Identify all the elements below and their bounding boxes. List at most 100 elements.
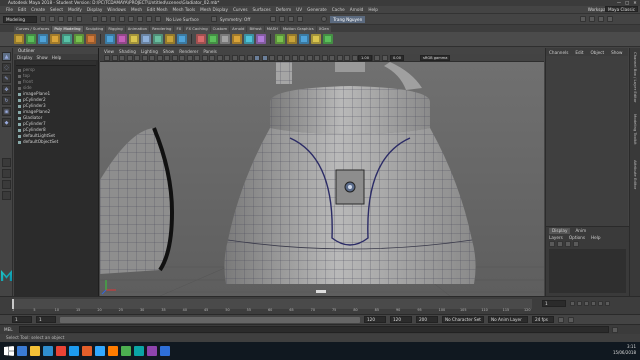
outliner-menu-show[interactable]: Show — [36, 55, 47, 60]
tab-display-layers[interactable]: Display — [549, 227, 571, 234]
viewport-toolbar-icon[interactable] — [276, 54, 283, 61]
auto-key-icon[interactable] — [558, 316, 564, 323]
paint-select-tool-icon[interactable]: ✎ — [2, 74, 11, 83]
four-pane-icon[interactable] — [2, 169, 11, 178]
menu-curves[interactable]: Curves — [233, 7, 248, 12]
menu-create[interactable]: Create — [31, 7, 45, 12]
viewport-toolbar-icon[interactable] — [104, 54, 110, 61]
shelf-tab-fx-caching[interactable]: FX Caching — [184, 25, 210, 32]
toggle-attribute-editor-icon[interactable] — [589, 16, 596, 22]
taskbar-app-icon[interactable] — [121, 346, 131, 356]
shelf-tab-rendering[interactable]: Rendering — [150, 25, 174, 32]
shelf-tool-icon[interactable] — [86, 34, 96, 44]
system-clock[interactable]: 3:11 15/06/2018 — [613, 344, 636, 356]
animation-end-outer-field[interactable]: 200 — [416, 316, 438, 323]
viewport-toolbar-icon[interactable] — [254, 54, 260, 61]
range-bar[interactable] — [60, 316, 360, 323]
menu-edit-mesh[interactable]: Edit Mesh — [147, 7, 167, 12]
new-layer-selected-icon[interactable] — [557, 241, 563, 247]
shelf-tab-xgen[interactable]: XGen — [316, 25, 332, 32]
shelf-tab-sculpting[interactable]: Sculpting — [83, 25, 106, 32]
shelf-tab-mash[interactable]: MASH — [264, 25, 280, 32]
shelf-tab-rigging[interactable]: Rigging — [106, 25, 125, 32]
taskbar-app-icon[interactable] — [30, 346, 40, 356]
layer-list[interactable] — [549, 249, 626, 293]
menu-deform[interactable]: Deform — [276, 7, 292, 12]
viewport-toolbar-icon[interactable] — [336, 54, 343, 61]
last-tool-icon[interactable]: ◆ — [2, 118, 11, 127]
shelf-tool-icon[interactable] — [287, 34, 297, 44]
menu-help[interactable]: Help — [368, 7, 378, 12]
viewport-toolbar-icon[interactable] — [171, 54, 178, 61]
taskbar-app-icon[interactable] — [147, 346, 157, 356]
viewport-toolbar-icon[interactable] — [231, 54, 238, 61]
layers-menu[interactable]: Layers — [549, 235, 563, 240]
windows-start-icon[interactable] — [4, 346, 14, 356]
shelf-tool-icon[interactable] — [165, 34, 175, 44]
select-object-icon[interactable] — [101, 16, 107, 22]
shelf-tab-arnold[interactable]: Arnold — [230, 25, 247, 32]
shelf-tool-icon[interactable] — [196, 34, 206, 44]
viewport-menu-view[interactable]: View — [104, 49, 114, 54]
snap-point-icon[interactable] — [137, 16, 143, 22]
move-up-icon[interactable] — [565, 241, 571, 247]
animation-start-field[interactable]: 1 — [12, 316, 32, 323]
animation-end-field[interactable]: 120 — [390, 316, 412, 323]
side-tab-modeling-toolkit[interactable]: Modeling Toolkit — [633, 114, 638, 145]
shelf-tool-icon[interactable] — [14, 34, 24, 44]
shelf-tab-motion-graphics[interactable]: Motion Graphics — [280, 25, 316, 32]
open-scene-icon[interactable] — [49, 16, 55, 22]
script-editor-icon[interactable] — [612, 326, 618, 333]
snap-curve-icon[interactable] — [128, 16, 134, 22]
render-current-frame-icon[interactable] — [270, 16, 277, 22]
fps-select[interactable]: 24 fps — [532, 316, 554, 323]
save-scene-icon[interactable] — [58, 16, 64, 22]
color-space-select[interactable]: sRGB gamma — [420, 55, 451, 61]
taskbar-app-icon[interactable] — [95, 346, 105, 356]
viewport-toolbar-icon[interactable] — [291, 54, 298, 61]
shelf-tab-custom[interactable]: Custom — [210, 25, 230, 32]
shelf-tool-icon[interactable] — [323, 34, 333, 44]
shelf-tool-icon[interactable] — [220, 34, 230, 44]
select-tool-icon[interactable]: ▲ — [2, 52, 11, 61]
preferences-icon[interactable] — [568, 316, 574, 323]
time-slider[interactable]: 1 5 10 15 20 25 30 35 40 45 50 55 60 65 70 75 80 85 90 95 10… — [0, 296, 640, 314]
move-down-icon[interactable] — [573, 241, 579, 247]
shelf-tab-animation[interactable]: Animation — [125, 25, 150, 32]
menu-edit[interactable]: Edit — [18, 7, 26, 12]
viewport-menu-lighting[interactable]: Lighting — [141, 49, 158, 54]
tab-anim-layers[interactable]: Anim — [572, 228, 589, 234]
viewport-menu-panels[interactable]: Panels — [203, 49, 216, 54]
menu-cache[interactable]: Cache — [332, 7, 345, 12]
shelf-tool-icon[interactable] — [26, 34, 36, 44]
menu-set-select[interactable]: Modeling — [3, 15, 37, 23]
playback-end-field[interactable]: 120 — [364, 316, 386, 323]
play-backwards-icon[interactable] — [584, 301, 589, 306]
shelf-tool-icon[interactable] — [244, 34, 254, 44]
taskbar-app-icon[interactable] — [134, 346, 144, 356]
viewport-toolbar-icon[interactable] — [329, 54, 335, 61]
snap-view-plane-icon[interactable] — [146, 16, 152, 22]
anim-layer-select[interactable]: No Anim Layer — [488, 316, 528, 323]
menu-surfaces[interactable]: Surfaces — [253, 7, 271, 12]
viewport-toolbar-icon[interactable] — [374, 54, 380, 61]
viewport-toolbar-icon[interactable] — [351, 54, 358, 61]
symmetry-select[interactable]: Symmetry: Off — [220, 17, 250, 22]
menu-generate[interactable]: Generate — [307, 7, 327, 12]
shelf-tool-icon[interactable] — [299, 34, 309, 44]
current-frame-field[interactable]: 1 — [542, 300, 566, 307]
playback-start-field[interactable]: 1 — [36, 316, 56, 323]
options-menu[interactable]: Options — [569, 235, 585, 240]
edit-menu[interactable]: Edit — [575, 50, 583, 55]
taskbar-app-icon[interactable] — [43, 346, 53, 356]
menu-windows[interactable]: Windows — [107, 7, 126, 12]
outliner-menu-help[interactable]: Help — [52, 55, 62, 60]
viewport-scene[interactable] — [100, 62, 544, 296]
go-to-end-icon[interactable] — [605, 301, 610, 306]
viewport-toolbar-icon[interactable] — [156, 54, 163, 61]
gamma-field[interactable]: 0.00 — [390, 55, 405, 61]
step-back-icon[interactable] — [577, 301, 582, 306]
viewport-toolbar-icon[interactable] — [321, 54, 328, 61]
viewport-toolbar-icon[interactable] — [299, 54, 305, 61]
viewport-toolbar-icon[interactable] — [306, 54, 313, 61]
